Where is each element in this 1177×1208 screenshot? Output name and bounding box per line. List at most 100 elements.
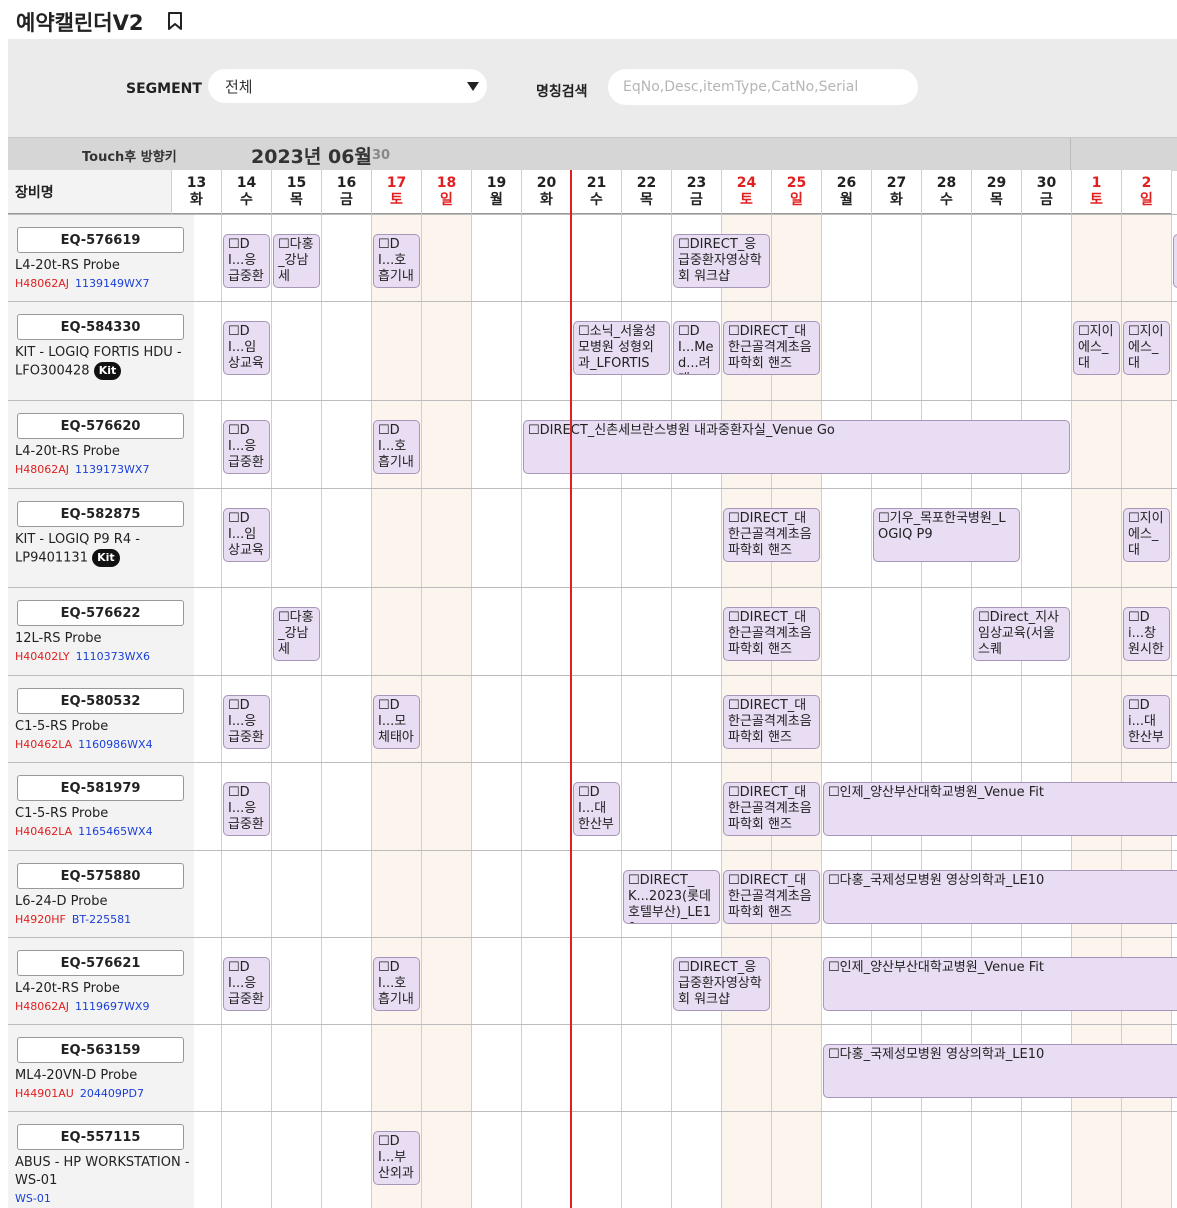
booking-item[interactable]: ☐Di...대한산부	[1123, 695, 1170, 749]
booking-item[interactable]: ☐DI...Med...려대	[673, 321, 720, 375]
day-header[interactable]: 20 화	[522, 170, 571, 214]
booking-item[interactable]: ☐DI...부산외과	[373, 1131, 420, 1185]
equipment-cell: EQ-584330 KIT - LOGIQ FORTIS HDU - LFO300…	[8, 302, 194, 400]
booking-item[interactable]: ☐DI...응급중환	[223, 695, 270, 749]
month-label: 2023년 06월	[251, 146, 372, 168]
equipment-code-button[interactable]: EQ-582875	[17, 501, 184, 527]
serial-number: 1110373WX6	[75, 650, 151, 663]
serial-number: 1160986WX4	[78, 738, 153, 751]
day-number: 25	[786, 175, 807, 191]
segment-select[interactable]: 전체	[208, 69, 487, 103]
booking-item[interactable]: ☐DI...호흡기내	[373, 957, 420, 1011]
equipment-code-button[interactable]: EQ-563159	[17, 1037, 184, 1063]
day-weekday: 월	[490, 192, 503, 208]
booking-item[interactable]: ☐기우_목포한국병원_LOGIQ P9	[873, 508, 1020, 562]
day-header[interactable]: 18 일	[422, 170, 471, 214]
booking-item[interactable]: ☐DIRECT_신촌세브란스병원 내과중환자실_Venue Go	[523, 420, 1070, 474]
booking-item[interactable]: ☐다홍_국제성모병원 영상의학과_LE10	[823, 1044, 1177, 1098]
booking-item[interactable]: ☐DIRECT_대한근골격계초음파학회 핸즈	[723, 321, 820, 375]
kit-badge: Kit	[93, 362, 122, 380]
booking-item[interactable]: ☐인제_양산부산대학교병원_Venue Fit	[823, 782, 1177, 836]
day-header[interactable]: 28 수	[922, 170, 971, 214]
booking-item[interactable]: ☐다홍_국제성모병원 영상의학과_LE10	[823, 870, 1177, 924]
day-header[interactable]: 25 일	[772, 170, 821, 214]
booking-item[interactable]: ☐지이에스_대	[1123, 321, 1170, 375]
equipment-code-button[interactable]: EQ-575880	[17, 863, 184, 889]
equipment-code-button[interactable]: EQ-581979	[17, 775, 184, 801]
day-header[interactable]: 24 토	[722, 170, 771, 214]
kit-badge: Kit	[92, 549, 120, 567]
grid-vertical-line	[271, 170, 272, 1208]
equipment-description: ML4-20VN-D Probe	[15, 1067, 190, 1085]
catalog-number: H4920HF	[15, 913, 66, 926]
booking-item[interactable]: ☐지이에스_대	[1073, 321, 1120, 375]
booking-item[interactable]: ☐DIRECT_대한근골격계초음파학회 핸즈	[723, 782, 820, 836]
day-header[interactable]: 23 금	[672, 170, 721, 214]
grid-vertical-line	[221, 170, 222, 1208]
booking-item[interactable]: ☐DI...응급중환	[223, 782, 270, 836]
name-search-input[interactable]	[608, 69, 918, 105]
booking-item[interactable]: ☐DI...응급중환	[223, 420, 270, 474]
day-header[interactable]: 1토	[1072, 170, 1121, 214]
booking-item[interactable]: ☐DIRECT_응급중환자영상학회 워크샵	[673, 957, 770, 1011]
booking-item[interactable]: ☐DI...임상교육	[223, 508, 270, 562]
booking-item[interactable]: ☐DIRECT_대한근골격계초음파학회 핸즈	[723, 695, 820, 749]
equipment-code-button[interactable]: EQ-584330	[17, 314, 184, 340]
equipment-serials: H40462LA 1160986WX4	[15, 738, 153, 752]
day-header[interactable]: 17 토	[372, 170, 421, 214]
booking-item[interactable]: ☐DIRECT_응급중환자영상학회 워크샵	[673, 234, 770, 288]
booking-item[interactable]: ☐DI...모체태아	[373, 695, 420, 749]
day-header[interactable]: 29 목	[972, 170, 1021, 214]
serial-number: 1119697WX9	[75, 1000, 150, 1013]
day-weekday: 목	[640, 192, 653, 208]
booking-item[interactable]: ☐DIRECT_대한근골격계초음파학회 핸즈	[723, 607, 820, 661]
booking-item[interactable]: ☐DI...응급중환	[223, 957, 270, 1011]
booking-item[interactable]: ☐DIRECT_대한근골격계초음파학회 핸즈	[723, 508, 820, 562]
booking-item[interactable]: ☐Direct_지사임상교육(서울스퀘	[973, 607, 1070, 661]
day-number: 30	[1036, 175, 1057, 191]
booking-item[interactable]: ☐DIRECT_대한근골격계초음파학회 핸즈	[723, 870, 820, 924]
equipment-code-button[interactable]: EQ-576619	[17, 227, 184, 253]
day-header[interactable]: 27 화	[872, 170, 921, 214]
booking-item[interactable]: ☐다홍_강남세	[273, 234, 320, 288]
equipment-cell: EQ-557115 ABUS - HP WORKSTATION - WS-01 WS…	[8, 1112, 194, 1208]
booking-item[interactable]: ☐DIRECT_K...2023(롯데호텔부산)_LE10	[623, 870, 720, 924]
day-header[interactable]: 21 수	[572, 170, 621, 214]
booking-item[interactable]: ☐지이에스_대	[1123, 508, 1170, 562]
day-weekday: 일	[790, 192, 803, 208]
bookmark-icon[interactable]	[166, 11, 184, 31]
day-weekday: 일	[1140, 192, 1153, 208]
day-weekday: 화	[540, 192, 553, 208]
serial-number: BT-225581	[71, 913, 132, 926]
booking-item[interactable]: ☐소닉_서울성모병원 성형외과_LFORTIS	[573, 321, 670, 375]
day-header[interactable]: 2일	[1122, 170, 1171, 214]
equipment-code-button[interactable]: EQ-576620	[17, 413, 184, 439]
day-header[interactable]: 15 목	[272, 170, 321, 214]
day-header[interactable]: 14 수	[222, 170, 271, 214]
day-header[interactable]: 16 금	[322, 170, 371, 214]
day-header[interactable]: 19 월	[472, 170, 521, 214]
month-bar: Touch후 방향키 2023년 06월 30	[8, 137, 1177, 171]
booking-item[interactable]: ☐DI...임상교육	[223, 321, 270, 375]
booking-item[interactable]: ☐다홍_강남세	[273, 607, 320, 661]
booking-item[interactable]: ☐DI...호흡기내	[373, 234, 420, 288]
booking-item[interactable]: ☐DI...호흡기내	[373, 420, 420, 474]
equipment-code-button[interactable]: EQ-576621	[17, 950, 184, 976]
day-header[interactable]: 30 금	[1022, 170, 1071, 214]
day-number: 23	[686, 175, 707, 191]
segment-value: 전체	[225, 78, 253, 96]
equipment-code-button[interactable]: EQ-580532	[17, 688, 184, 714]
booking-item[interactable]: ☐DI...대한산부	[573, 782, 620, 836]
equipment-code-button[interactable]: EQ-557115	[17, 1124, 184, 1150]
booking-item[interactable]	[1173, 234, 1177, 288]
grid-vertical-line	[521, 170, 522, 1208]
equipment-description-text: L4-20t-RS Probe	[15, 981, 120, 996]
booking-item[interactable]: ☐인제_양산부산대학교병원_Venue Fit	[823, 957, 1177, 1011]
booking-item[interactable]: ☐DI...응급중환	[223, 234, 270, 288]
day-header[interactable]: 22 목	[622, 170, 671, 214]
day-number: 28	[936, 175, 957, 191]
day-header[interactable]: 13 화	[172, 170, 221, 214]
day-header[interactable]: 26 월	[822, 170, 871, 214]
equipment-code-button[interactable]: EQ-576622	[17, 600, 184, 626]
booking-item[interactable]: ☐Di...창원시한	[1123, 607, 1170, 661]
